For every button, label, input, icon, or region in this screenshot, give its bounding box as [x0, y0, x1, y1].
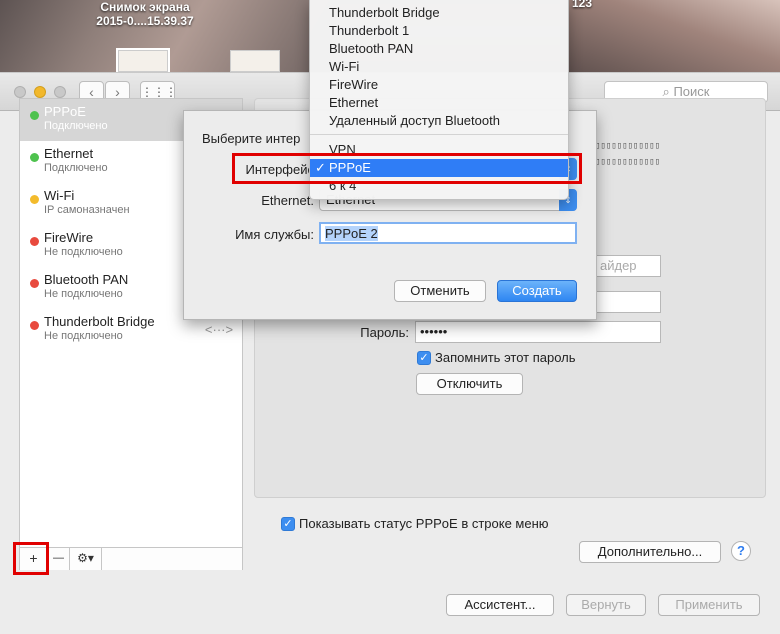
service-name: Bluetooth PAN	[44, 272, 129, 287]
service-status: Не подключено	[44, 330, 123, 342]
service-name-label: Имя службы:	[235, 227, 314, 242]
service-name: Thunderbolt Bridge	[44, 314, 155, 329]
status-dot-icon	[30, 279, 39, 288]
service-status: Не подключено	[44, 246, 123, 258]
service-name-field[interactable]: PPPoE 2	[319, 222, 577, 244]
menu-item-pppoe[interactable]: ✓ PPPoE	[310, 159, 568, 177]
assistant-button[interactable]: Ассистент...	[446, 594, 554, 616]
minimize-window-button[interactable]	[34, 86, 46, 98]
desktop-wallpaper-right	[560, 0, 780, 75]
create-button[interactable]: Создать	[497, 280, 577, 302]
checkmark-icon: ✓	[315, 160, 326, 175]
zoom-window-button[interactable]	[54, 86, 66, 98]
search-placeholder: Поиск	[673, 84, 710, 99]
service-name-value: PPPoE 2	[325, 226, 378, 241]
service-name: FireWire	[44, 230, 94, 245]
disconnect-button[interactable]: Отключить	[416, 373, 523, 395]
status-dot-icon	[30, 195, 39, 204]
menu-item-wifi[interactable]: Wi-Fi	[310, 58, 568, 76]
account-field[interactable]	[595, 291, 661, 313]
status-dot-icon	[30, 321, 39, 330]
grid-icon: ⋮⋮⋮	[141, 85, 177, 99]
menu-item-bluetooth-pan[interactable]: Bluetooth PAN	[310, 40, 568, 58]
menu-item-label: PPPoE	[329, 160, 371, 175]
interface-label: Интерфейс	[245, 162, 314, 177]
desktop-file-thumbnail[interactable]	[116, 48, 170, 74]
service-name: PPPoE	[44, 104, 86, 119]
sheet-title: Выберите интер	[202, 131, 301, 146]
menu-item-vpn[interactable]: VPN	[310, 141, 568, 159]
remove-service-button[interactable]: —	[48, 548, 70, 570]
ethernet-label: Ethernet:	[261, 193, 314, 208]
mac-address-text: ▯▯▯▯▯▯▯▯▯▯▯▯	[595, 157, 661, 167]
status-dot-icon	[30, 111, 39, 120]
desktop-file-date: 2015-0....15.39.37	[96, 14, 194, 28]
service-name: Ethernet	[44, 146, 94, 161]
add-service-button[interactable]: +	[20, 548, 48, 570]
remember-password-checkbox[interactable]: ✓	[417, 351, 431, 365]
remember-password-label: Запомнить этот пароль	[435, 350, 576, 365]
menu-item-ethernet[interactable]: Ethernet	[310, 94, 568, 112]
status-dot-icon	[30, 153, 39, 162]
service-status: Не подключено	[44, 288, 123, 300]
password-label: Пароль:	[360, 325, 409, 340]
sidebar-toolbar: + — ⚙▾	[20, 547, 242, 570]
status-dot-icon	[30, 237, 39, 246]
gear-menu-button[interactable]: ⚙▾	[70, 548, 102, 570]
show-status-label: Показывать статус PPPoE в строке меню	[299, 516, 549, 531]
service-name: Wi-Fi	[44, 188, 75, 203]
menu-separator	[310, 134, 568, 135]
desktop-label-right: 123	[572, 0, 593, 10]
desktop-file-thumbnail[interactable]	[230, 50, 280, 72]
revert-button[interactable]: Вернуть	[566, 594, 646, 616]
gear-icon: ⚙▾	[77, 551, 94, 565]
close-window-button[interactable]	[14, 86, 26, 98]
mac-address-text: ▯▯▯▯▯▯▯▯▯▯▯▯	[595, 141, 661, 151]
menu-item-firewire[interactable]: FireWire	[310, 76, 568, 94]
advanced-button[interactable]: Дополнительно...	[579, 541, 721, 563]
menu-item-6to4[interactable]: 6 к 4	[310, 177, 568, 195]
search-icon: ⌕	[662, 84, 674, 99]
menu-item-thunderbolt-bridge[interactable]: Thunderbolt Bridge	[310, 4, 568, 22]
menu-item-bluetooth-dialup[interactable]: Удаленный доступ Bluetooth	[310, 112, 568, 130]
menu-item-thunderbolt-1[interactable]: Thunderbolt 1	[310, 22, 568, 40]
service-status: Подключено	[44, 162, 108, 174]
password-field[interactable]: ••••••	[415, 321, 661, 343]
desktop-file-name: Снимок экрана	[100, 0, 190, 14]
interface-dropdown-menu: Thunderbolt Bridge Thunderbolt 1 Bluetoo…	[309, 0, 569, 200]
help-button[interactable]: ?	[731, 541, 751, 561]
desktop-file-label: Снимок экрана 2015-0....15.39.37	[95, 0, 195, 28]
service-status: Подключено	[44, 120, 108, 132]
apply-button[interactable]: Применить	[658, 594, 760, 616]
provider-field[interactable]: айдер	[595, 255, 661, 277]
show-status-checkbox[interactable]: ✓	[281, 517, 295, 531]
cancel-button[interactable]: Отменить	[394, 280, 486, 302]
service-status: IP самоназначен	[44, 204, 130, 216]
